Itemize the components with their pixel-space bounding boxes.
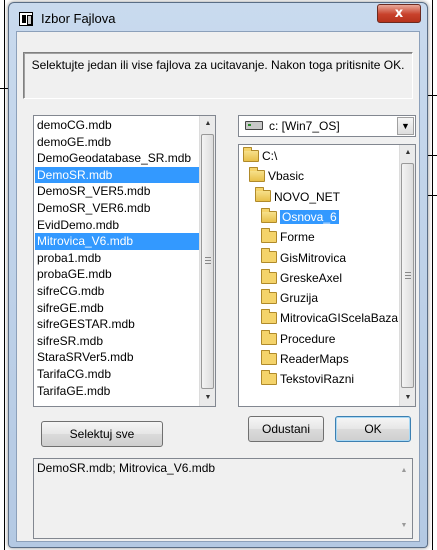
directory-item[interactable]: Gruzija [261, 288, 319, 307]
file-list-item[interactable]: DemoSR_VER5.mdb [35, 183, 200, 200]
app-icon [19, 12, 33, 26]
directory-label: Forme [280, 230, 315, 245]
bg-gridline [432, 0, 433, 550]
thumb-grip [405, 275, 411, 276]
folder-icon [261, 248, 277, 264]
file-picker-dialog: Izbor Fajlova x Selektujte jedan ili vis… [8, 2, 428, 548]
instruction-message: Selektujte jedan ili vise fajlova za uci… [23, 52, 413, 99]
file-list-item[interactable]: DemoSR_VER6.mdb [35, 200, 200, 217]
directory-label: C:\ [262, 149, 278, 163]
selected-files-text: DemoSR.mdb; Mitrovica_V6.mdb [37, 461, 216, 475]
directory-item[interactable]: Forme [261, 228, 315, 246]
folder-icon [261, 268, 277, 284]
bg-gridline [428, 155, 437, 156]
folder-icon [261, 329, 277, 345]
directory-label: MitrovicaGIScelaBaza [280, 311, 399, 326]
scroll-down-arrow-icon[interactable]: ▼ [396, 518, 412, 534]
directory-label: TekstoviRazni [280, 372, 355, 387]
file-list-item[interactable]: probaGE.mdb [35, 266, 200, 283]
directory-label: Gruzija [280, 291, 319, 306]
file-list-item[interactable]: sifreSR.mdb [35, 333, 200, 350]
directory-item[interactable]: GisMitrovica [261, 248, 347, 267]
window-title: Izbor Fajlova [41, 11, 116, 26]
file-list-item[interactable]: DemoSR.mdb [35, 166, 200, 184]
bg-gridline [428, 95, 437, 96]
directory-item[interactable]: Vbasic [249, 167, 304, 185]
thumb-grip [205, 260, 211, 261]
close-icon: x [394, 6, 404, 21]
directory-label: Procedure [280, 331, 336, 346]
file-list-item[interactable]: demoGE.mdb [35, 134, 200, 151]
folder-open-icon [243, 146, 259, 162]
scroll-up-arrow-icon[interactable]: ▲ [396, 463, 412, 479]
scroll-down-arrow-icon[interactable]: ▼ [200, 390, 216, 406]
scrollbar-thumb[interactable] [401, 163, 414, 388]
title-bar[interactable]: Izbor Fajlova x [9, 3, 427, 33]
scrollbar-thumb[interactable] [201, 134, 214, 389]
directory-item[interactable]: MitrovicaGIScelaBaza [261, 309, 398, 327]
folder-icon [261, 349, 277, 365]
directory-item[interactable]: C:\ [243, 146, 278, 165]
file-list-item[interactable]: DemoGeodatabase_SR.mdb [35, 150, 200, 167]
file-list-item[interactable]: StaraSRVer5.mdb [35, 349, 200, 366]
directory-list[interactable]: C:\ Vbasic NOVO_NET Osnova_6 Forme GisMitrovi… [238, 144, 416, 407]
directory-label: Osnova_6 [280, 209, 339, 224]
bg-gridline [428, 195, 437, 196]
directory-list-scrollbar[interactable]: ▲ ▼ [399, 145, 415, 406]
file-list-item[interactable]: TarifaCG.mdb [35, 366, 200, 383]
close-button[interactable]: x [377, 4, 421, 23]
ok-button[interactable]: OK [335, 416, 411, 442]
folder-open-icon [261, 207, 277, 223]
file-list-scrollbar[interactable]: ▲ ▼ [199, 116, 215, 406]
directory-label: GisMitrovica [280, 250, 347, 265]
file-list-item[interactable]: Mitrovica_V6.mdb [35, 233, 200, 250]
drive-select-value: c: [Win7_OS] [269, 119, 340, 133]
file-list-item[interactable]: sifreGESTAR.mdb [35, 316, 200, 333]
thumb-grip [405, 278, 411, 279]
file-list-item[interactable]: sifreCG.mdb [35, 283, 200, 300]
directory-item[interactable]: TekstoviRazni [261, 370, 354, 388]
hard-drive-icon [245, 121, 263, 130]
thumb-grip [205, 263, 211, 264]
folder-open-icon [255, 187, 271, 203]
directory-item[interactable]: NOVO_NET [255, 187, 341, 206]
output-scrollbar[interactable]: ▲ ▼ [396, 459, 412, 538]
selected-files-output[interactable]: DemoSR.mdb; Mitrovica_V6.mdb ▲ ▼ [33, 458, 413, 539]
file-list-item[interactable]: proba1.mdb [35, 250, 200, 267]
directory-label: NOVO_NET [274, 189, 341, 204]
file-list[interactable]: demoCG.mdb demoGE.mdb DemoGeodatabase_SR.m… [33, 115, 216, 407]
folder-icon [261, 288, 277, 304]
directory-item[interactable]: GreskeAxel [261, 268, 343, 287]
drive-select[interactable]: c: [Win7_OS] ▼ [238, 115, 416, 137]
folder-icon [261, 370, 277, 386]
bg-gridline [0, 88, 8, 89]
folder-icon [261, 228, 277, 244]
bg-gridline [4, 0, 5, 550]
scroll-up-arrow-icon[interactable]: ▲ [400, 145, 415, 161]
dialog-body: Selektujte jedan ili vise fajlova za uci… [16, 31, 420, 542]
file-list-item[interactable]: demoCG.mdb [35, 117, 200, 134]
directory-label: Vbasic [268, 169, 305, 184]
cancel-button[interactable]: Odustani [248, 416, 324, 442]
directory-label: GreskeAxel [280, 270, 343, 285]
directory-item[interactable]: Osnova_6 [261, 207, 339, 226]
file-list-item[interactable]: TarifaGE.mdb [35, 383, 200, 400]
file-list-item[interactable]: sifreGE.mdb [35, 300, 200, 317]
directory-item[interactable]: Procedure [261, 329, 336, 348]
file-list-item[interactable]: EvidDemo.mdb [35, 217, 200, 234]
file-list-items: demoCG.mdb demoGE.mdb DemoGeodatabase_SR.m… [35, 117, 200, 399]
chevron-down-icon[interactable]: ▼ [397, 117, 414, 135]
folder-open-icon [249, 167, 265, 183]
select-all-button[interactable]: Selektuj sve [41, 421, 163, 447]
directory-label: ReaderMaps [280, 352, 349, 366]
directory-item[interactable]: ReaderMaps [261, 349, 349, 368]
thumb-grip [205, 257, 211, 258]
scroll-down-arrow-icon[interactable]: ▼ [400, 390, 415, 406]
scroll-up-arrow-icon[interactable]: ▲ [200, 116, 216, 132]
thumb-grip [405, 272, 411, 273]
folder-icon [261, 309, 277, 325]
